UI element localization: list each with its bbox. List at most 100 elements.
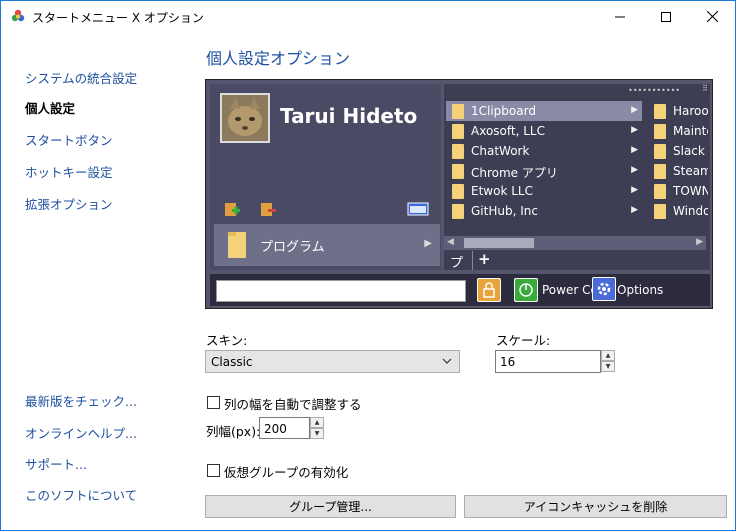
column-width-label: 列幅(px):: [206, 424, 261, 439]
check-update-link[interactable]: 最新版をチェック...: [25, 391, 137, 410]
scale-stepper: ▲ ▼: [601, 350, 615, 373]
app-icon: [11, 9, 25, 22]
scale-down-button[interactable]: ▼: [601, 361, 615, 372]
scroll-left-icon: ◀: [447, 237, 454, 247]
section-title: 個人設定オプション: [206, 49, 351, 68]
sidebar-item-advanced[interactable]: 拡張オプション: [25, 194, 113, 213]
tab-divider: [472, 251, 473, 270]
window-title: スタートメニュー X オプション: [32, 11, 204, 25]
chevron-up-icon: ▲: [314, 419, 320, 426]
scale-label: スケール:: [496, 333, 551, 348]
virtual-group-checkbox[interactable]: [207, 464, 220, 477]
preview-left-pane: Tarui Hideto プログラム ▶: [210, 84, 441, 270]
preview-search-box: [216, 280, 466, 302]
sidebar-item-start-button[interactable]: スタートボタン: [25, 130, 113, 149]
column-width-stepper: ▲ ▼: [310, 417, 324, 439]
folder-icon: [654, 124, 666, 139]
scroll-thumb: [464, 238, 534, 248]
sidebar-item-hotkeys[interactable]: ホットキー設定: [25, 162, 113, 181]
preview-tab-row: プ +: [444, 250, 706, 271]
avatar: [220, 93, 270, 143]
about-link[interactable]: このソフトについて: [25, 485, 137, 504]
open-window-icon: [407, 202, 429, 216]
add-tab-icon: +: [478, 250, 491, 268]
sidebar-item-system-integration[interactable]: システムの統合設定: [25, 68, 137, 87]
remove-item-icon: [261, 203, 276, 216]
maximize-icon: [661, 11, 671, 22]
chevron-right-icon: ▶: [631, 205, 638, 215]
auto-width-checkbox[interactable]: [207, 396, 220, 409]
folder-icon: [452, 164, 464, 179]
lock-icon: [477, 278, 501, 302]
auto-width-label: 列の幅を自動で調整する: [224, 397, 362, 412]
column-width-down-button[interactable]: ▼: [310, 428, 324, 439]
preview-menu-item: Haroo: [648, 101, 708, 121]
chevron-right-icon: ▶: [631, 145, 638, 155]
folder-icon: [228, 232, 246, 258]
preview-menu-item: TOWN: [648, 181, 708, 201]
programs-label: プログラム: [260, 240, 325, 255]
chevron-right-icon: ▶: [424, 238, 432, 249]
folder-icon: [654, 144, 666, 159]
online-help-link[interactable]: オンラインヘルプ...: [25, 423, 137, 442]
skin-label: スキン:: [206, 333, 248, 348]
preview-menu-item: Slack T: [648, 141, 708, 161]
folder-icon: [452, 104, 464, 119]
clear-icon-cache-button[interactable]: アイコンキャッシュを削除: [464, 495, 727, 518]
folder-icon: [654, 104, 666, 119]
preview-menu-item: Etwok LLC ▶: [446, 181, 642, 201]
sidebar-item-personal[interactable]: 個人設定: [25, 98, 75, 117]
grip-icon: •••••••••••: [628, 86, 680, 95]
preview-scrollbar: ◀ ▶: [444, 236, 706, 250]
add-item-icon: [225, 203, 240, 216]
preview-menu-item: GitHub, Inc ▶: [446, 201, 642, 221]
menu-preview: Tarui Hideto プログラム ▶ ••••••••••• ⠿ 1Clip…: [205, 79, 713, 309]
preview-menu-item: ChatWork ▶: [446, 141, 642, 161]
options-window: スタートメニュー X オプション システムの統合設定 個人設定 スタートボタン …: [0, 0, 736, 531]
scale-input[interactable]: 16: [495, 350, 601, 373]
preview-bottom-bar: Power Co Options: [210, 274, 710, 306]
folder-icon: [654, 164, 666, 179]
column-width-up-button[interactable]: ▲: [310, 417, 324, 428]
column-width-input[interactable]: 200: [259, 417, 310, 439]
chevron-up-icon: ▲: [605, 352, 611, 359]
minimize-button[interactable]: [597, 1, 643, 32]
resize-grip-icon: ⠿: [702, 84, 708, 93]
preview-menu-item: Axosoft, LLC ▶: [446, 121, 642, 141]
chevron-right-icon: ▶: [631, 105, 638, 115]
cat-avatar-image: [222, 95, 268, 141]
support-link[interactable]: サポート...: [25, 454, 87, 473]
scroll-right-icon: ▶: [696, 237, 703, 247]
close-icon: [706, 11, 718, 22]
skin-value: Classic: [211, 355, 253, 369]
close-button[interactable]: [689, 1, 735, 32]
preview-menu-item: Steam: [648, 161, 708, 181]
scale-up-button[interactable]: ▲: [601, 350, 615, 361]
power-label: Power Co: [542, 283, 598, 297]
group-manage-button[interactable]: グループ管理...: [205, 495, 456, 518]
chevron-down-icon: ▼: [605, 363, 611, 370]
folder-icon: [452, 184, 464, 199]
chevron-down-icon: [442, 358, 452, 364]
chevron-right-icon: ▶: [631, 125, 638, 135]
skin-select[interactable]: Classic: [205, 350, 460, 373]
chevron-right-icon: ▶: [631, 185, 638, 195]
column-width-value: 200: [264, 422, 287, 436]
preview-menu-item: Chrome アプリ ▶: [446, 161, 642, 181]
title-bar: スタートメニュー X オプション: [1, 1, 735, 32]
folder-icon: [452, 124, 464, 139]
minimize-icon: [615, 16, 625, 17]
power-icon: [514, 278, 538, 302]
folder-icon: [654, 204, 666, 219]
maximize-button[interactable]: [643, 1, 689, 32]
preview-menu-item: 1Clipboard ▶: [446, 101, 642, 121]
preview-username: Tarui Hideto: [280, 104, 418, 128]
preview-menu-item: Mainte: [648, 121, 708, 141]
gear-icon: [592, 277, 616, 301]
chevron-right-icon: ▶: [631, 165, 638, 175]
virtual-group-label: 仮想グループの有効化: [224, 465, 349, 480]
scale-value: 16: [500, 355, 516, 369]
programs-row: プログラム ▶: [214, 224, 440, 266]
chevron-down-icon: ▼: [314, 430, 320, 437]
folder-icon: [654, 184, 666, 199]
